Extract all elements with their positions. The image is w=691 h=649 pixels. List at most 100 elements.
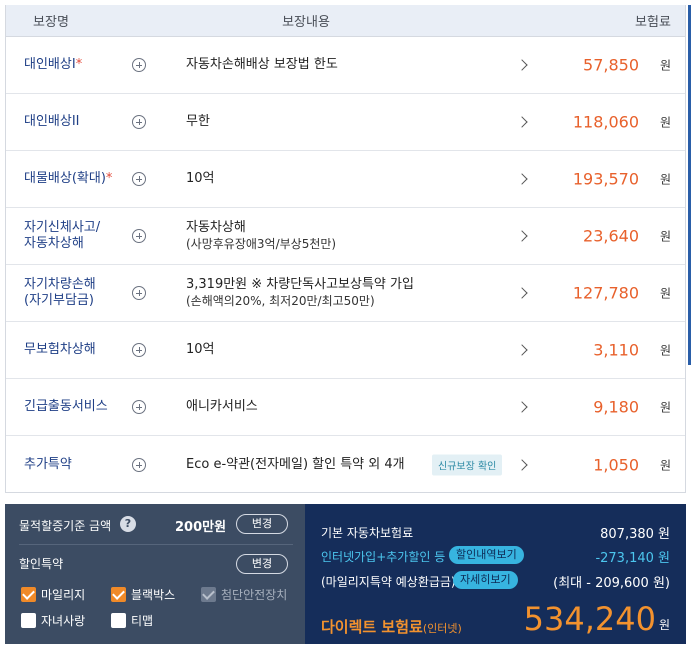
chevron-right-icon[interactable] (516, 173, 528, 185)
header-premium: 보험료 (635, 15, 671, 30)
refund-value: (최대 - 209,600 원) (553, 576, 670, 591)
coverage-desc: 3,319만원 ※ 차량단독사고보상특약 가입 (손해액의20%, 최저20만/최… (186, 277, 414, 308)
currency-unit: 원 (659, 172, 671, 187)
expand-plus-icon[interactable] (132, 58, 146, 72)
coverage-name[interactable]: 대인배상II (24, 114, 124, 130)
checkbox-label: 티맵 (131, 614, 154, 628)
chevron-right-icon[interactable] (516, 458, 528, 471)
checkbox-disabled-icon (201, 587, 216, 602)
new-coverage-badge[interactable]: 신규보장 확인 (432, 454, 503, 475)
help-icon[interactable]: ? (120, 516, 136, 532)
table-row[interactable]: 대물배상(확대)* 10억 193,570 원 (6, 151, 685, 208)
table-row[interactable]: 자기차량손해 (자기부담금) 3,319만원 ※ 차량단독사고보상특약 가입 (손해… (6, 265, 685, 322)
total-panel: 기본 자동차보험료 807,380 원 인터넷가입+추가할인 등 할인내역보기 … (305, 504, 686, 644)
checkbox-mileage[interactable]: 마일리지 (21, 586, 85, 603)
checkbox-blackbox[interactable]: 블랙박스 (111, 586, 175, 603)
premium-value: 23,640 (583, 226, 639, 246)
checkbox-child-love[interactable]: 자녀사랑 (21, 612, 85, 629)
refund-label: (마일리지특약 예상환급금) (321, 575, 456, 589)
checkbox-unchecked-icon[interactable] (111, 613, 126, 628)
currency-unit: 원 (659, 400, 671, 415)
table-row[interactable]: 대인배상I* 자동차손해배상 보장법 한도 57,850 원 (6, 37, 685, 94)
premium-value: 57,850 (583, 55, 639, 75)
chevron-right-icon[interactable] (516, 59, 528, 71)
change-discount-button[interactable]: 변경 (236, 554, 288, 574)
coverage-desc: 자동차상해 (사망후유장애3억/부상5천만) (186, 220, 337, 251)
header-content: 보장내용 (282, 15, 330, 30)
checkbox-label: 자녀사랑 (41, 614, 86, 628)
premium-summary: 물적할증기준 금액 ? 200만원 변경 할인특약 변경 마일리지 블랙박스 첨… (5, 504, 686, 644)
checkbox-safety-device: 첨단안전장치 (201, 586, 287, 603)
coverage-name[interactable]: 추가특약 (24, 457, 124, 473)
coverage-desc-sub: (손해액의20%, 최저20만/최고50만) (186, 294, 375, 308)
divider (19, 544, 293, 545)
currency-unit: 원 (659, 58, 671, 73)
discount-label: 인터넷가입+추가할인 등 (321, 550, 446, 564)
base-premium-value: 807,380 원 (600, 527, 670, 542)
coverage-name[interactable]: 긴급출동서비스 (24, 399, 124, 415)
currency-unit: 원 (658, 618, 670, 632)
premium-value: 9,180 (593, 397, 639, 417)
table-row[interactable]: 무보험차상해 10억 3,110 원 (6, 322, 685, 379)
coverage-desc: 무한 (186, 114, 210, 129)
coverage-desc: Eco e-약관(전자메일) 할인 특약 외 4개 (186, 456, 405, 472)
discount-label: 할인특약 (19, 557, 64, 571)
refund-details-button[interactable]: 자세히보기 (453, 571, 518, 589)
table-row[interactable]: 추가특약 Eco e-약관(전자메일) 할인 특약 외 4개 신규보장 확인 1… (6, 436, 685, 493)
expand-plus-icon[interactable] (132, 400, 146, 414)
premium-value: 193,570 (572, 169, 639, 189)
coverage-desc-sub: (사망후유장애3억/부상5천만) (186, 237, 337, 251)
checkbox-tmap[interactable]: 티맵 (111, 612, 153, 629)
checkbox-label: 마일리지 (41, 588, 86, 602)
coverage-name[interactable]: 자기차량손해 (자기부담금) (24, 277, 124, 309)
final-premium-label: 다이렉트 보험료(인터넷) (321, 618, 462, 636)
coverage-desc: 10억 (186, 342, 215, 357)
change-threshold-button[interactable]: 변경 (236, 514, 288, 534)
premium-value: 118,060 (572, 112, 639, 132)
coverage-name[interactable]: 자기신체사고/자동차상해 (24, 220, 124, 252)
checkbox-unchecked-icon[interactable] (21, 613, 36, 628)
premium-value: 127,780 (572, 283, 639, 303)
options-panel: 물적할증기준 금액 ? 200만원 변경 할인특약 변경 마일리지 블랙박스 첨… (5, 504, 305, 644)
coverage-desc: 자동차손해배상 보장법 한도 (186, 57, 338, 72)
final-premium-value: 534,240 (523, 600, 656, 638)
coverage-name[interactable]: 대인배상I* (24, 57, 124, 73)
table-row[interactable]: 대인배상II 무한 118,060 원 (6, 94, 685, 151)
coverage-table: 보장명 보장내용 보험료 대인배상I* 자동차손해배상 보장법 한도 57,85… (5, 5, 691, 493)
threshold-label: 물적할증기준 금액 (19, 519, 112, 533)
header-name: 보장명 (33, 15, 69, 30)
chevron-right-icon[interactable] (516, 116, 528, 128)
coverage-name[interactable]: 대물배상(확대)* (24, 171, 124, 187)
currency-unit: 원 (659, 115, 671, 130)
discount-value: -273,140 원 (595, 551, 670, 566)
checkbox-label: 첨단안전장치 (221, 588, 288, 602)
base-premium-label: 기본 자동차보험료 (321, 526, 414, 540)
table-row[interactable]: 긴급출동서비스 애니카서비스 9,180 원 (6, 379, 685, 436)
premium-value: 1,050 (593, 455, 639, 474)
chevron-right-icon[interactable] (516, 344, 528, 356)
expand-plus-icon[interactable] (132, 172, 146, 186)
currency-unit: 원 (659, 286, 671, 301)
table-header: 보장명 보장내용 보험료 (6, 5, 685, 37)
expand-plus-icon[interactable] (132, 229, 146, 243)
coverage-desc: 애니카서비스 (186, 399, 258, 414)
expand-plus-icon[interactable] (132, 115, 146, 129)
coverage-name[interactable]: 무보험차상해 (24, 342, 124, 358)
currency-unit: 원 (659, 458, 671, 472)
chevron-right-icon[interactable] (516, 230, 528, 242)
expand-plus-icon[interactable] (132, 286, 146, 300)
table-row[interactable]: 자기신체사고/자동차상해 자동차상해 (사망후유장애3억/부상5천만) 23,64… (6, 208, 685, 265)
expand-plus-icon[interactable] (132, 343, 146, 357)
coverage-desc: 10억 (186, 171, 215, 186)
threshold-value: 200만원 (175, 520, 227, 535)
chevron-right-icon[interactable] (516, 401, 528, 413)
expand-plus-icon[interactable] (132, 457, 146, 472)
premium-value: 3,110 (593, 340, 639, 360)
checkbox-checked-icon[interactable] (21, 587, 36, 602)
checkbox-label: 블랙박스 (131, 588, 176, 602)
currency-unit: 원 (659, 343, 671, 358)
discount-details-button[interactable]: 할인내역보기 (449, 546, 524, 564)
checkbox-checked-icon[interactable] (111, 587, 126, 602)
chevron-right-icon[interactable] (516, 287, 528, 299)
currency-unit: 원 (659, 229, 671, 244)
